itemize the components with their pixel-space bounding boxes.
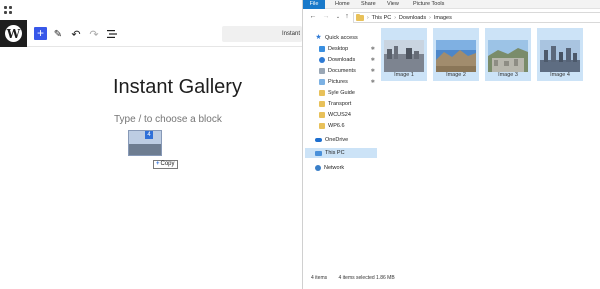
downloads-icon xyxy=(319,57,325,63)
copy-drag-tooltip: +Copy xyxy=(153,160,178,169)
sidebar-item-label: Pictures xyxy=(328,79,348,85)
sidebar-item-label: Syle Guide xyxy=(328,90,355,96)
navigation-pane: ★ Quick access Desktop ✱ Downloads ✱ Doc… xyxy=(303,30,379,270)
sidebar-item-onedrive[interactable]: OneDrive xyxy=(315,135,375,145)
undo-icon[interactable]: ↶ xyxy=(70,27,82,41)
sidebar-item-label: Desktop xyxy=(328,46,349,52)
sidebar-item-documents[interactable]: Documents ✱ xyxy=(319,66,375,76)
document-overview-icon[interactable] xyxy=(106,27,118,41)
sidebar-item-label: Transport xyxy=(328,101,352,107)
document-title-bar[interactable]: Instant xyxy=(222,26,302,42)
file-name: Image 4 xyxy=(550,72,570,78)
network-icon xyxy=(315,165,321,171)
status-item-count: 4 items xyxy=(311,275,328,281)
sidebar-item-label: Quick access xyxy=(325,35,358,41)
tab-share[interactable]: Share xyxy=(361,0,376,9)
file-name: Image 1 xyxy=(394,72,414,78)
drag-count-badge: 4 xyxy=(145,131,153,139)
redo-icon[interactable]: ↷ xyxy=(88,27,100,41)
plus-icon: + xyxy=(156,161,160,167)
grid-menu-icon[interactable] xyxy=(4,6,12,14)
folder-icon xyxy=(319,123,325,129)
sidebar-item-syle-guide[interactable]: Syle Guide xyxy=(319,88,375,98)
file-name: Image 3 xyxy=(498,72,518,78)
pin-icon: ✱ xyxy=(370,57,375,63)
sidebar-item-label: OneDrive xyxy=(325,137,349,143)
desktop-icon xyxy=(319,46,325,52)
file-item[interactable]: Image 2 xyxy=(433,28,479,81)
sidebar-item-label: WCUS24 xyxy=(328,112,351,118)
sidebar-item-label: Downloads xyxy=(328,57,356,63)
sidebar-item-label: WP6.6 xyxy=(328,123,345,129)
image-thumbnail xyxy=(540,40,580,72)
folder-icon xyxy=(319,112,325,118)
sidebar-item-label: This PC xyxy=(325,150,345,156)
address-row: ← → ⌄ ↑ › This PC › Downloads › Images xyxy=(303,10,600,25)
sidebar-item-wp66[interactable]: WP6.6 xyxy=(319,121,375,131)
sidebar-item-desktop[interactable]: Desktop ✱ xyxy=(319,44,375,54)
file-item[interactable]: Image 1 xyxy=(381,28,427,81)
pin-icon: ✱ xyxy=(370,79,375,85)
ribbon-tabs: File Home Share View Picture Tools xyxy=(303,0,600,9)
file-name: Image 2 xyxy=(446,72,466,78)
sidebar-item-wcus24[interactable]: WCUS24 xyxy=(319,110,375,120)
tab-home[interactable]: Home xyxy=(335,0,350,9)
sidebar-item-this-pc[interactable]: This PC xyxy=(305,148,377,158)
chevron-right-icon: › xyxy=(367,14,369,21)
tab-picture-tools[interactable]: Picture Tools xyxy=(413,0,444,9)
folder-icon xyxy=(356,13,364,21)
sidebar-item-label: Documents xyxy=(328,68,356,74)
file-item[interactable]: Image 4 xyxy=(537,28,583,81)
up-arrow-icon[interactable]: ↑ xyxy=(343,13,351,21)
folder-icon xyxy=(319,101,325,107)
copy-label: Copy xyxy=(160,161,175,167)
sidebar-item-transport[interactable]: Transport xyxy=(319,99,375,109)
forward-arrow-icon[interactable]: → xyxy=(322,13,330,21)
sidebar-item-network[interactable]: Network xyxy=(315,163,375,173)
chevron-right-icon: › xyxy=(394,14,396,21)
sidebar-item-pictures[interactable]: Pictures ✱ xyxy=(319,77,375,87)
star-icon: ★ xyxy=(315,34,322,41)
tab-file[interactable]: File xyxy=(303,0,325,9)
documents-icon xyxy=(319,68,325,74)
pictures-icon xyxy=(319,79,325,85)
folder-icon xyxy=(319,90,325,96)
file-explorer-window: File Home Share View Picture Tools ← → ⌄… xyxy=(302,0,600,289)
tab-view[interactable]: View xyxy=(387,0,399,9)
onedrive-icon xyxy=(315,138,322,142)
file-item[interactable]: Image 3 xyxy=(485,28,531,81)
tools-pen-icon[interactable]: ✎ xyxy=(52,27,64,41)
image-thumbnail xyxy=(436,40,476,72)
status-bar: 4 items 4 items selected 1.86 MB xyxy=(311,275,405,281)
this-pc-icon xyxy=(315,150,322,156)
status-selection: 4 items selected 1.86 MB xyxy=(338,275,395,281)
breadcrumb-images[interactable]: Images xyxy=(434,15,452,21)
file-list: Image 1 Image 2 Image 3 Image 4 xyxy=(381,28,600,268)
pin-icon: ✱ xyxy=(370,68,375,74)
add-block-button[interactable]: + xyxy=(34,27,47,40)
image-thumbnail xyxy=(384,40,424,72)
wordpress-logo-icon[interactable]: W xyxy=(0,20,27,47)
address-bar[interactable]: › This PC › Downloads › Images xyxy=(353,12,600,23)
block-placeholder[interactable]: Type / to choose a block xyxy=(114,114,222,125)
breadcrumb-downloads[interactable]: Downloads xyxy=(399,15,426,21)
sidebar-item-downloads[interactable]: Downloads ✱ xyxy=(319,55,375,65)
sidebar-item-quick-access[interactable]: ★ Quick access xyxy=(315,33,387,43)
sidebar-item-label: Network xyxy=(324,165,345,171)
breadcrumb-this-pc[interactable]: This PC xyxy=(372,15,392,21)
chevron-right-icon: › xyxy=(429,14,431,21)
back-arrow-icon[interactable]: ← xyxy=(309,13,317,21)
image-thumbnail xyxy=(488,40,528,72)
pin-icon: ✱ xyxy=(370,46,375,52)
post-title[interactable]: Instant Gallery xyxy=(113,76,242,99)
recent-locations-chevron-icon[interactable]: ⌄ xyxy=(334,13,342,21)
